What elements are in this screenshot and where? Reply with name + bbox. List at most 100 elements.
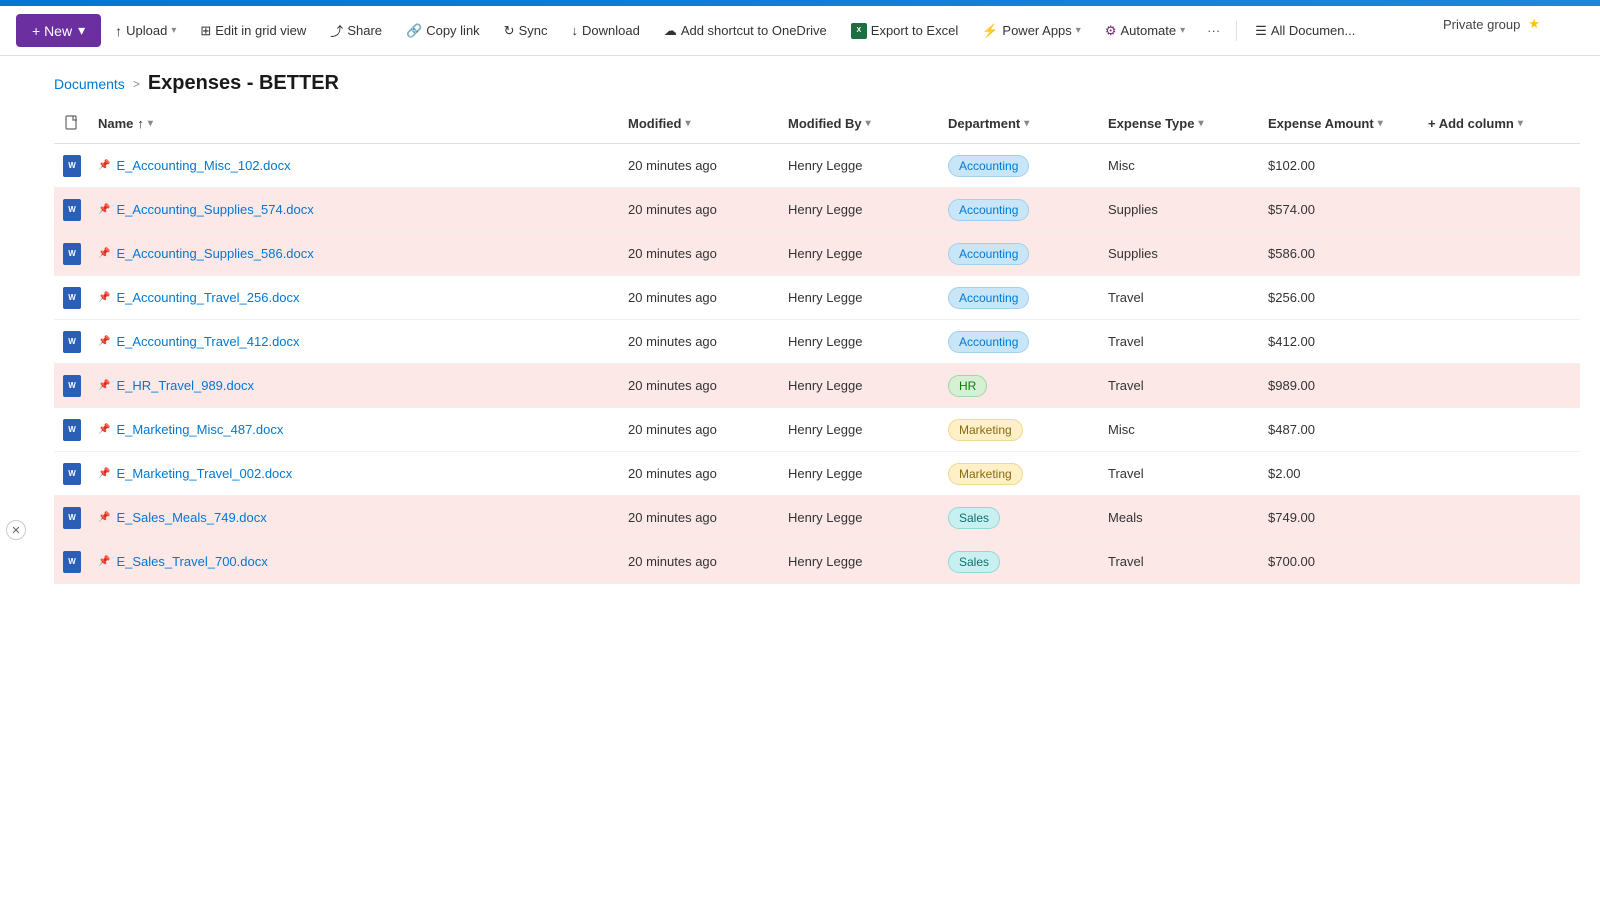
share-label: Share <box>347 23 382 38</box>
department-badge: Sales <box>948 551 1000 573</box>
row-name-cell: 📌 E_Marketing_Misc_487.docx <box>90 416 620 443</box>
modified-value: 20 minutes ago <box>628 202 717 217</box>
file-name-link[interactable]: E_Accounting_Supplies_586.docx <box>116 246 313 261</box>
table-row[interactable]: W 📌 E_Accounting_Misc_102.docx 20 minute… <box>54 144 1580 188</box>
sync-button[interactable]: ↻ Sync <box>494 17 558 45</box>
breadcrumb-separator: > <box>133 77 140 91</box>
row-file-type-icon: W <box>54 325 90 359</box>
row-add-column-cell <box>1420 380 1580 392</box>
download-button[interactable]: ↓ Download <box>561 17 649 44</box>
file-name-link[interactable]: E_Accounting_Misc_102.docx <box>116 158 290 173</box>
row-file-type-icon: W <box>54 281 90 315</box>
copy-link-button[interactable]: 🔗 Copy link <box>396 17 490 45</box>
row-modified-cell: 20 minutes ago <box>620 152 780 179</box>
header-name-chevron-icon: ▾ <box>148 118 153 129</box>
table-row[interactable]: W 📌 E_Marketing_Travel_002.docx 20 minut… <box>54 452 1580 496</box>
file-name-link[interactable]: E_Sales_Travel_700.docx <box>116 554 267 569</box>
table-row[interactable]: W 📌 E_Sales_Travel_700.docx 20 minutes a… <box>54 540 1580 584</box>
table-row[interactable]: W 📌 E_Accounting_Supplies_574.docx 20 mi… <box>54 188 1580 232</box>
row-modified-cell: 20 minutes ago <box>620 196 780 223</box>
department-badge: Accounting <box>948 287 1029 309</box>
row-add-column-cell <box>1420 160 1580 172</box>
row-file-type-icon: W <box>54 237 90 271</box>
row-name-cell: 📌 E_Accounting_Travel_256.docx <box>90 284 620 311</box>
expense-amount-value: $586.00 <box>1268 246 1315 261</box>
expense-type-value: Travel <box>1108 334 1144 349</box>
header-expense-type[interactable]: Expense Type ▾ <box>1100 112 1260 135</box>
table-row[interactable]: W 📌 E_HR_Travel_989.docx 20 minutes ago … <box>54 364 1580 408</box>
row-modified-cell: 20 minutes ago <box>620 548 780 575</box>
header-add-column-chevron-icon: ▾ <box>1518 118 1523 129</box>
header-modified-by[interactable]: Modified By ▾ <box>780 112 940 135</box>
header-expense-amount[interactable]: Expense Amount ▾ <box>1260 112 1420 135</box>
table-row[interactable]: W 📌 E_Accounting_Travel_256.docx 20 minu… <box>54 276 1580 320</box>
file-name-link[interactable]: E_Marketing_Travel_002.docx <box>116 466 292 481</box>
expense-amount-value: $487.00 <box>1268 422 1315 437</box>
sync-label: Sync <box>519 23 548 38</box>
edit-grid-button[interactable]: ⊞ Edit in grid view <box>190 17 316 45</box>
row-expense-amount-cell: $700.00 <box>1260 548 1420 575</box>
row-modified-by-cell: Henry Legge <box>780 240 940 267</box>
row-modified-cell: 20 minutes ago <box>620 284 780 311</box>
edit-grid-label: Edit in grid view <box>215 23 306 38</box>
header-name[interactable]: Name ↑ ▾ <box>90 112 620 135</box>
file-name-link[interactable]: E_Accounting_Travel_256.docx <box>116 290 299 305</box>
file-name-link[interactable]: E_Marketing_Misc_487.docx <box>116 422 283 437</box>
modified-value: 20 minutes ago <box>628 158 717 173</box>
breadcrumb-parent-link[interactable]: Documents <box>54 76 125 92</box>
favorite-star-icon[interactable]: ★ <box>1528 16 1540 32</box>
header-department[interactable]: Department ▾ <box>940 112 1100 135</box>
all-documents-button[interactable]: ☰ All Documen... <box>1245 17 1365 45</box>
breadcrumb: Documents > Expenses - BETTER <box>0 56 1600 103</box>
row-expense-type-cell: Travel <box>1100 372 1260 399</box>
expense-type-value: Travel <box>1108 554 1144 569</box>
row-department-cell: Sales <box>940 545 1100 579</box>
modified-by-value: Henry Legge <box>788 422 862 437</box>
file-name-link[interactable]: E_Accounting_Supplies_574.docx <box>116 202 313 217</box>
modified-value: 20 minutes ago <box>628 510 717 525</box>
upload-button[interactable]: ↑ Upload ▾ <box>105 17 186 45</box>
expense-amount-value: $412.00 <box>1268 334 1315 349</box>
row-name-cell: 📌 E_Accounting_Misc_102.docx <box>90 152 620 179</box>
row-modified-by-cell: Henry Legge <box>780 152 940 179</box>
row-department-cell: Accounting <box>940 237 1100 271</box>
file-name-link[interactable]: E_Accounting_Travel_412.docx <box>116 334 299 349</box>
row-modified-by-cell: Henry Legge <box>780 284 940 311</box>
header-name-label: Name <box>98 116 133 131</box>
add-shortcut-button[interactable]: ☁ Add shortcut to OneDrive <box>654 17 837 45</box>
pin-icon: 📌 <box>98 204 110 215</box>
toolbar: + New ▾ ↑ Upload ▾ ⊞ Edit in grid view ⤴… <box>0 6 1600 56</box>
header-modified[interactable]: Modified ▾ <box>620 112 780 135</box>
export-excel-button[interactable]: X Export to Excel <box>841 17 968 45</box>
word-icon: W <box>63 551 81 573</box>
row-expense-amount-cell: $2.00 <box>1260 460 1420 487</box>
row-modified-cell: 20 minutes ago <box>620 372 780 399</box>
table-row[interactable]: W 📌 E_Accounting_Travel_412.docx 20 minu… <box>54 320 1580 364</box>
row-file-type-icon: W <box>54 501 90 535</box>
more-options-button[interactable]: ··· <box>1199 17 1228 44</box>
table-row[interactable]: W 📌 E_Accounting_Supplies_586.docx 20 mi… <box>54 232 1580 276</box>
power-apps-button[interactable]: ⚡ Power Apps ▾ <box>972 17 1091 45</box>
modified-by-value: Henry Legge <box>788 554 862 569</box>
upload-icon: ↑ <box>115 23 122 39</box>
close-button[interactable]: ✕ <box>6 520 26 540</box>
expense-type-value: Supplies <box>1108 202 1158 217</box>
header-modified-chevron-icon: ▾ <box>685 118 690 129</box>
department-badge: HR <box>948 375 987 397</box>
row-modified-by-cell: Henry Legge <box>780 196 940 223</box>
file-name-link[interactable]: E_Sales_Meals_749.docx <box>116 510 266 525</box>
header-add-column[interactable]: + Add column ▾ <box>1420 112 1580 135</box>
new-button[interactable]: + New ▾ <box>16 14 101 47</box>
automate-button[interactable]: ⚙ Automate ▾ <box>1095 17 1195 45</box>
expense-type-value: Supplies <box>1108 246 1158 261</box>
table-row[interactable]: W 📌 E_Sales_Meals_749.docx 20 minutes ag… <box>54 496 1580 540</box>
download-icon: ↓ <box>571 23 578 38</box>
word-icon: W <box>63 507 81 529</box>
header-expense-type-chevron-icon: ▾ <box>1198 118 1203 129</box>
table-row[interactable]: W 📌 E_Marketing_Misc_487.docx 20 minutes… <box>54 408 1580 452</box>
share-button[interactable]: ⤴ Share <box>320 15 392 46</box>
expense-amount-value: $700.00 <box>1268 554 1315 569</box>
pin-icon: 📌 <box>98 292 110 303</box>
row-modified-by-cell: Henry Legge <box>780 460 940 487</box>
file-name-link[interactable]: E_HR_Travel_989.docx <box>116 378 254 393</box>
